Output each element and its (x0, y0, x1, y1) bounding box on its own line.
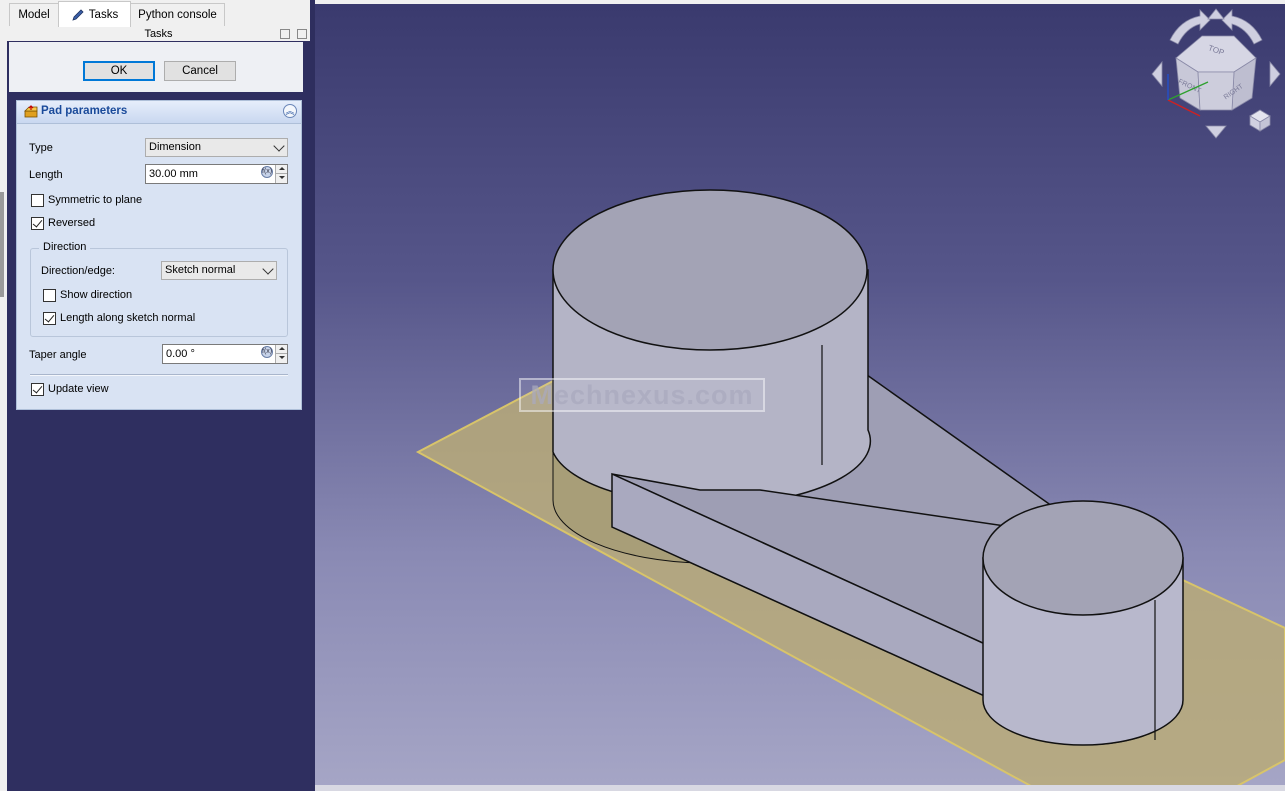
reversed-label: Reversed (48, 217, 96, 229)
pad-icon (24, 105, 38, 118)
view-menu-cube-icon[interactable] (1249, 109, 1271, 132)
ok-button[interactable]: OK (83, 61, 155, 81)
symmetric-label: Symmetric to plane (48, 194, 143, 206)
taper-decrement-button[interactable] (275, 354, 287, 363)
small-cylinder-top (982, 500, 1184, 616)
collapse-icon[interactable]: ︽ (283, 104, 297, 118)
length-decrement-button[interactable] (275, 174, 287, 183)
close-panel-icon[interactable] (297, 29, 307, 39)
tasks-panel-title: Tasks (144, 28, 173, 40)
direction-groupbox: Direction Direction/edge: Sketch normal … (30, 241, 288, 337)
show-direction-label: Show direction (60, 289, 133, 301)
update-view-checkbox[interactable] (31, 383, 44, 396)
dock-edge-strip (0, 0, 7, 791)
direction-edge-combo[interactable]: Sketch normal (161, 261, 277, 280)
cancel-button[interactable]: Cancel (164, 61, 236, 81)
taper-angle-label: Taper angle (29, 349, 87, 361)
update-view-label: Update view (48, 383, 109, 395)
dock-resize-handle[interactable] (0, 192, 4, 297)
length-input[interactable]: 30.00 mm f(x) (145, 164, 288, 184)
pad-parameters-panel: Pad parameters ︽ Type Dimension Length 3… (16, 100, 302, 410)
combo-view-tabbar: Model Tasks Python console (7, 0, 310, 28)
nav-right-arrow (1269, 60, 1281, 88)
tab-tasks[interactable]: Tasks (58, 1, 131, 27)
length-along-normal-label: Length along sketch normal (60, 312, 196, 324)
pad-parameters-header[interactable]: Pad parameters ︽ (17, 101, 301, 124)
expression-icon[interactable]: f(x) (261, 346, 273, 358)
nav-left-arrow (1151, 60, 1163, 88)
show-direction-checkbox[interactable] (43, 289, 56, 302)
symmetric-checkbox[interactable] (31, 194, 44, 207)
type-label: Type (29, 142, 53, 154)
watermark-text: Mechnexus.com (519, 378, 765, 412)
chevron-down-icon (273, 140, 285, 152)
chevron-down-icon (262, 263, 274, 275)
tab-model[interactable]: Model (9, 3, 59, 26)
pencil-icon (72, 8, 84, 21)
length-increment-button[interactable] (275, 165, 287, 174)
pad-parameters-title: Pad parameters (41, 105, 128, 117)
large-cylinder-top (552, 189, 868, 351)
length-label: Length (29, 169, 63, 181)
viewport-bottom-border (315, 785, 1285, 791)
type-combo[interactable]: Dimension (145, 138, 288, 157)
length-along-normal-checkbox[interactable] (43, 312, 56, 325)
direction-group-title: Direction (39, 241, 91, 253)
taper-increment-button[interactable] (275, 345, 287, 354)
tab-python-console[interactable]: Python console (130, 3, 225, 26)
nav-down-arrow (1205, 125, 1227, 139)
separator (30, 374, 288, 376)
navigation-cube[interactable]: TOP FRONT RIGHT (1151, 8, 1281, 139)
dialog-button-row: OK Cancel (9, 42, 303, 92)
direction-edge-label: Direction/edge: (41, 265, 115, 277)
nav-up-arrow (1207, 8, 1225, 20)
expression-icon[interactable]: f(x) (261, 166, 273, 178)
float-panel-icon[interactable] (280, 29, 290, 39)
reversed-checkbox[interactable] (31, 217, 44, 230)
taper-angle-input[interactable]: 0.00 ° f(x) (162, 344, 288, 364)
model-view: TOP FRONT RIGHT (415, 8, 1285, 791)
tasks-panel-header: Tasks (7, 27, 310, 41)
3d-viewport[interactable]: TOP FRONT RIGHT (315, 4, 1285, 791)
